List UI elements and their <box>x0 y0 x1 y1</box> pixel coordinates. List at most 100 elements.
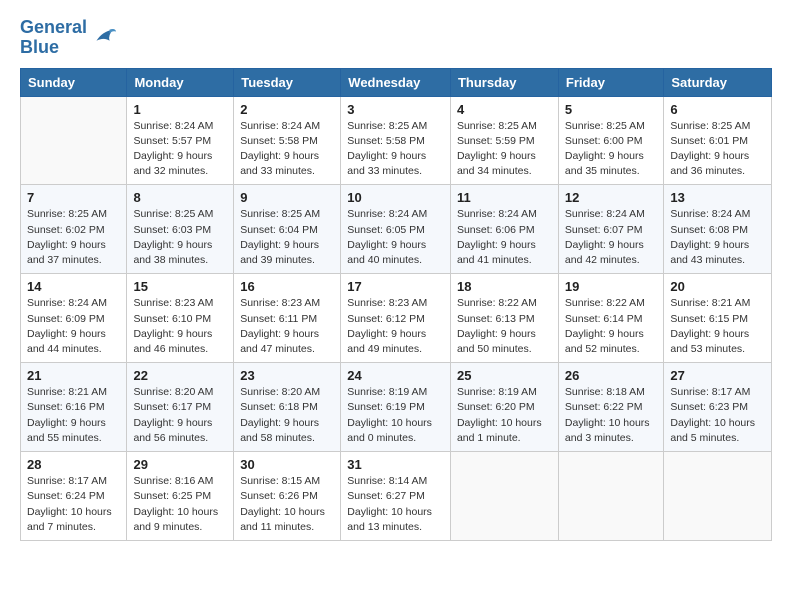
day-cell: 15 Sunrise: 8:23 AM Sunset: 6:10 PM Dayli… <box>127 274 234 363</box>
day-info: Sunrise: 8:18 AM Sunset: 6:22 PM Dayligh… <box>565 385 657 446</box>
day-number: 9 <box>240 190 334 205</box>
day-cell <box>21 96 127 185</box>
day-cell: 16Sunrise: 8:23 AM Sunset: 6:11 PM Dayli… <box>234 274 341 363</box>
day-info: Sunrise: 8:25 AM Sunset: 5:58 PM Dayligh… <box>347 119 444 180</box>
day-cell: 10 Sunrise: 8:24 AM Sunset: 6:05 PM Dayli… <box>341 185 451 274</box>
day-number: 7 <box>27 190 120 205</box>
day-info: Sunrise: 8:15 AM Sunset: 6:26 PM Dayligh… <box>240 474 334 535</box>
day-cell: 20Sunrise: 8:21 AM Sunset: 6:15 PM Dayli… <box>664 274 772 363</box>
day-number: 11 <box>457 190 552 205</box>
day-number: 15 <box>133 279 227 294</box>
day-info: Sunrise: 8:24 AM Sunset: 6:05 PM Dayligh… <box>347 207 444 268</box>
day-cell: 1Sunrise: 8:24 AM Sunset: 5:57 PM Daylig… <box>127 96 234 185</box>
day-number: 22 <box>133 368 227 383</box>
day-info: Sunrise: 8:20 AM Sunset: 6:18 PM Dayligh… <box>240 385 334 446</box>
day-info: Sunrise: 8:25 AM Sunset: 6:02 PM Dayligh… <box>27 207 120 268</box>
day-info: Sunrise: 8:25 AM Sunset: 5:59 PM Dayligh… <box>457 119 552 180</box>
weekday-saturday: Saturday <box>664 68 772 96</box>
day-cell: 6 Sunrise: 8:25 AM Sunset: 6:01 PM Daylig… <box>664 96 772 185</box>
day-info: Sunrise: 8:19 AM Sunset: 6:20 PM Dayligh… <box>457 385 552 446</box>
day-info: Sunrise: 8:19 AM Sunset: 6:19 PM Dayligh… <box>347 385 444 446</box>
day-cell <box>450 452 558 541</box>
page: GeneralBlue SundayMondayTuesdayWednesday… <box>0 0 792 559</box>
day-cell: 23 Sunrise: 8:20 AM Sunset: 6:18 PM Dayli… <box>234 363 341 452</box>
day-cell: 25 Sunrise: 8:19 AM Sunset: 6:20 PM Dayli… <box>450 363 558 452</box>
day-number: 31 <box>347 457 444 472</box>
day-number: 18 <box>457 279 552 294</box>
day-info: Sunrise: 8:14 AM Sunset: 6:27 PM Dayligh… <box>347 474 444 535</box>
calendar: SundayMondayTuesdayWednesdayThursdayFrid… <box>20 68 772 541</box>
day-number: 26 <box>565 368 657 383</box>
day-info: Sunrise: 8:23 AM Sunset: 6:10 PM Dayligh… <box>133 296 227 357</box>
week-row-4: 21Sunrise: 8:21 AM Sunset: 6:16 PM Dayli… <box>21 363 772 452</box>
day-cell: 12 Sunrise: 8:24 AM Sunset: 6:07 PM Dayli… <box>558 185 663 274</box>
day-cell: 13 Sunrise: 8:24 AM Sunset: 6:08 PM Dayli… <box>664 185 772 274</box>
day-info: Sunrise: 8:24 AM Sunset: 6:06 PM Dayligh… <box>457 207 552 268</box>
day-cell: 11 Sunrise: 8:24 AM Sunset: 6:06 PM Dayli… <box>450 185 558 274</box>
week-row-1: 1Sunrise: 8:24 AM Sunset: 5:57 PM Daylig… <box>21 96 772 185</box>
day-cell <box>558 452 663 541</box>
day-info: Sunrise: 8:22 AM Sunset: 6:13 PM Dayligh… <box>457 296 552 357</box>
day-number: 16 <box>240 279 334 294</box>
day-cell: 26 Sunrise: 8:18 AM Sunset: 6:22 PM Dayli… <box>558 363 663 452</box>
day-info: Sunrise: 8:25 AM Sunset: 6:03 PM Dayligh… <box>133 207 227 268</box>
day-info: Sunrise: 8:24 AM Sunset: 6:07 PM Dayligh… <box>565 207 657 268</box>
day-cell: 31 Sunrise: 8:14 AM Sunset: 6:27 PM Dayli… <box>341 452 451 541</box>
day-number: 21 <box>27 368 120 383</box>
day-info: Sunrise: 8:24 AM Sunset: 5:57 PM Dayligh… <box>133 119 227 180</box>
day-number: 2 <box>240 102 334 117</box>
day-cell: 2Sunrise: 8:24 AM Sunset: 5:58 PM Daylig… <box>234 96 341 185</box>
day-info: Sunrise: 8:25 AM Sunset: 6:04 PM Dayligh… <box>240 207 334 268</box>
week-row-3: 14Sunrise: 8:24 AM Sunset: 6:09 PM Dayli… <box>21 274 772 363</box>
day-cell: 27Sunrise: 8:17 AM Sunset: 6:23 PM Dayli… <box>664 363 772 452</box>
day-number: 6 <box>670 102 765 117</box>
day-info: Sunrise: 8:25 AM Sunset: 6:00 PM Dayligh… <box>565 119 657 180</box>
day-number: 17 <box>347 279 444 294</box>
weekday-tuesday: Tuesday <box>234 68 341 96</box>
week-row-2: 7 Sunrise: 8:25 AM Sunset: 6:02 PM Daylig… <box>21 185 772 274</box>
day-number: 13 <box>670 190 765 205</box>
logo-text: GeneralBlue <box>20 18 87 58</box>
day-info: Sunrise: 8:24 AM Sunset: 6:08 PM Dayligh… <box>670 207 765 268</box>
day-number: 24 <box>347 368 444 383</box>
day-info: Sunrise: 8:25 AM Sunset: 6:01 PM Dayligh… <box>670 119 765 180</box>
day-cell: 29Sunrise: 8:16 AM Sunset: 6:25 PM Dayli… <box>127 452 234 541</box>
day-number: 10 <box>347 190 444 205</box>
header: GeneralBlue <box>20 18 772 58</box>
day-number: 4 <box>457 102 552 117</box>
day-cell: 17 Sunrise: 8:23 AM Sunset: 6:12 PM Dayli… <box>341 274 451 363</box>
day-info: Sunrise: 8:16 AM Sunset: 6:25 PM Dayligh… <box>133 474 227 535</box>
logo: GeneralBlue <box>20 18 117 58</box>
week-row-5: 28Sunrise: 8:17 AM Sunset: 6:24 PM Dayli… <box>21 452 772 541</box>
logo-bird-icon <box>89 24 117 52</box>
day-number: 8 <box>133 190 227 205</box>
day-info: Sunrise: 8:22 AM Sunset: 6:14 PM Dayligh… <box>565 296 657 357</box>
day-cell: 30 Sunrise: 8:15 AM Sunset: 6:26 PM Dayli… <box>234 452 341 541</box>
day-cell: 9 Sunrise: 8:25 AM Sunset: 6:04 PM Daylig… <box>234 185 341 274</box>
day-number: 12 <box>565 190 657 205</box>
day-number: 27 <box>670 368 765 383</box>
day-number: 23 <box>240 368 334 383</box>
day-info: Sunrise: 8:17 AM Sunset: 6:24 PM Dayligh… <box>27 474 120 535</box>
day-cell: 18 Sunrise: 8:22 AM Sunset: 6:13 PM Dayli… <box>450 274 558 363</box>
day-info: Sunrise: 8:20 AM Sunset: 6:17 PM Dayligh… <box>133 385 227 446</box>
weekday-header-row: SundayMondayTuesdayWednesdayThursdayFrid… <box>21 68 772 96</box>
day-number: 25 <box>457 368 552 383</box>
day-info: Sunrise: 8:23 AM Sunset: 6:12 PM Dayligh… <box>347 296 444 357</box>
day-cell: 21Sunrise: 8:21 AM Sunset: 6:16 PM Dayli… <box>21 363 127 452</box>
weekday-wednesday: Wednesday <box>341 68 451 96</box>
day-cell: 22 Sunrise: 8:20 AM Sunset: 6:17 PM Dayli… <box>127 363 234 452</box>
weekday-sunday: Sunday <box>21 68 127 96</box>
day-cell: 28Sunrise: 8:17 AM Sunset: 6:24 PM Dayli… <box>21 452 127 541</box>
day-number: 3 <box>347 102 444 117</box>
weekday-thursday: Thursday <box>450 68 558 96</box>
day-cell: 4 Sunrise: 8:25 AM Sunset: 5:59 PM Daylig… <box>450 96 558 185</box>
day-number: 30 <box>240 457 334 472</box>
day-cell: 19 Sunrise: 8:22 AM Sunset: 6:14 PM Dayli… <box>558 274 663 363</box>
day-number: 20 <box>670 279 765 294</box>
day-number: 19 <box>565 279 657 294</box>
day-number: 14 <box>27 279 120 294</box>
day-cell: 3 Sunrise: 8:25 AM Sunset: 5:58 PM Daylig… <box>341 96 451 185</box>
weekday-monday: Monday <box>127 68 234 96</box>
weekday-friday: Friday <box>558 68 663 96</box>
